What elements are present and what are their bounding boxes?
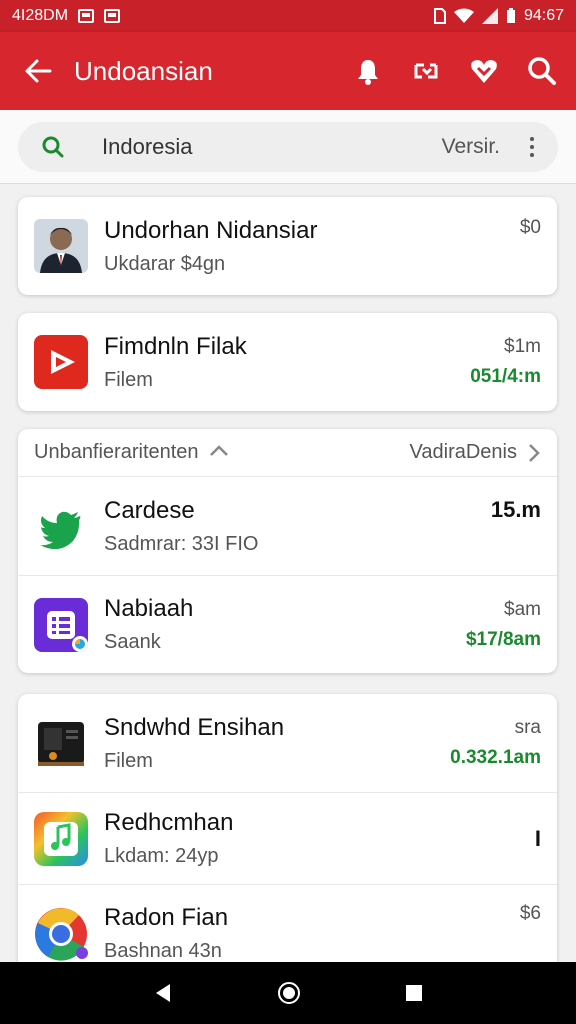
chevron-up-icon[interactable] [209,441,229,464]
item-name: Sndwhd Ensihan [104,713,285,741]
heart-icon[interactable] [466,53,502,89]
status-time: 94:67 [523,7,564,24]
item-value: $6 [519,903,541,924]
search-icon[interactable] [524,53,560,89]
list-item[interactable]: Redhcmhan Lkdam: 24yp I [18,792,557,884]
item-sub: Sadmrar: 33I FIO [104,532,259,555]
item-sub: Ukdarar $4gn [104,252,226,275]
refresh-icon[interactable] [408,53,444,89]
item-name: Radon Fian [104,904,229,931]
youtube-play-icon [34,335,88,389]
item-name: Nabiaah [104,595,194,622]
signal-icon [481,8,498,24]
group-card: Unbanfieraritenten VadiraDenis Cardese S… [18,429,557,673]
sim-icon [433,8,446,24]
item-value: $am [504,598,541,620]
twitter-bird-icon [34,499,88,553]
item-card: Fimdnln Filak Filem $1m 051/4:m [18,313,557,411]
chevron-right-icon[interactable] [527,443,541,463]
search-right-label[interactable]: Versir. [442,135,500,159]
list-item[interactable]: Nabiaah Saank $am $17/8am [18,575,557,673]
item-name: Undorhan Nidansiar [104,216,318,244]
list-app-icon [34,597,88,652]
battery-icon [506,8,515,23]
app-title: Undoansian [74,55,213,86]
list-item[interactable]: Cardese Sadmrar: 33I FIO 15.m [18,477,557,575]
item-sub: Lkdam: 24yp [104,845,219,867]
wifi-icon [453,8,474,23]
group-header-left: Unbanfieraritenten [34,441,199,463]
item-value: sra [514,717,541,738]
recents-square-icon[interactable] [404,983,424,1003]
item-value-green: 051/4:m [470,366,541,387]
mail-icon [78,9,95,23]
search-area: Indoresia Versir. [0,110,576,184]
back-arrow-icon[interactable] [16,49,60,93]
list-item[interactable]: Sndwhd Ensihan Filem sra 0.332.1am [18,694,557,792]
search-input[interactable]: Indoresia Versir. [18,122,558,172]
group-header[interactable]: Unbanfieraritenten VadiraDenis [18,429,557,477]
item-value: 15.m [490,497,541,522]
app-bar: Undoansian [0,32,576,110]
item-value: I [534,825,541,851]
more-vert-icon[interactable] [522,137,542,157]
group-header-right: VadiraDenis [409,441,517,463]
item-card: Sndwhd Ensihan Filem sra 0.332.1am Redhc… [18,694,557,984]
item-sub: Saank [104,631,161,653]
item-value-green: $17/8am [465,628,541,650]
list-item[interactable]: Undorhan Nidansiar Ukdarar $4gn $0 [18,197,557,295]
music-note-icon [34,811,88,866]
device-icon [34,716,88,770]
item-value: $0 [519,217,541,238]
item-name: Redhcmhan [104,809,234,836]
item-name: Fimdnln Filak [104,332,247,360]
home-circle-icon[interactable] [277,981,301,1005]
status-left-text: 4I28DM [12,7,69,24]
item-value-green: 0.332.1am [450,747,541,768]
item-sub: Filem [104,749,153,772]
item-name: Cardese [104,496,195,524]
chrome-icon [34,907,88,961]
item-card: Undorhan Nidansiar Ukdarar $4gn $0 [18,197,557,295]
search-icon [34,135,72,159]
bell-icon[interactable] [350,53,386,89]
person-avatar-icon [34,219,88,273]
back-triangle-icon[interactable] [152,982,174,1004]
system-nav-bar [0,962,576,1024]
item-sub: Bashnan 43n [104,940,222,962]
item-sub: Filem [104,368,153,391]
status-bar: 4I28DM 94:67 [0,0,576,32]
list-item[interactable]: Fimdnln Filak Filem $1m 051/4:m [18,313,557,411]
mail-icon [104,9,121,23]
search-value: Indoresia [102,134,193,159]
item-value: $1m [504,336,541,357]
